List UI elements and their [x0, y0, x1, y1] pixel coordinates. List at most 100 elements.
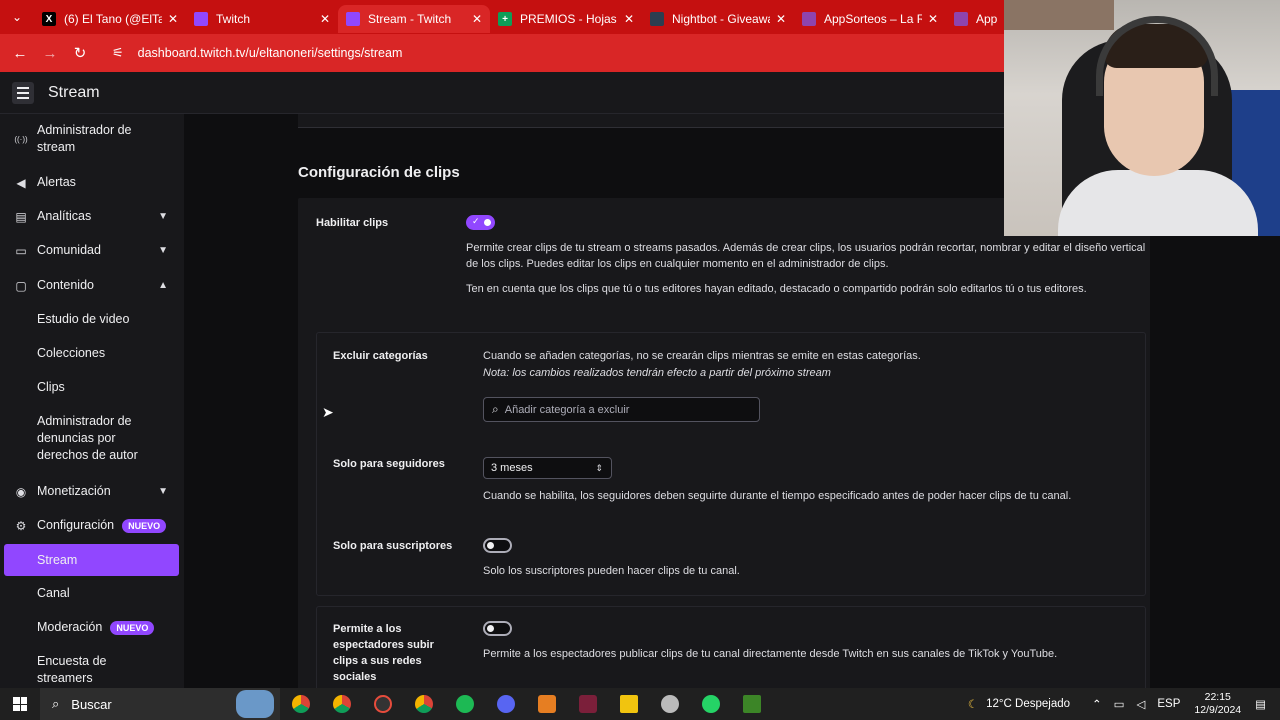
exclude-category-search-input[interactable]: ⌕ Añadir categoría a excluir: [483, 397, 760, 422]
browser-tab-appsorteos-2[interactable]: AppSor: [946, 5, 1006, 33]
enable-clips-note: Ten en cuenta que los clips que tú o tus…: [466, 283, 1087, 295]
tab-label: Stream - Twitch: [368, 12, 452, 26]
tab-close-icon[interactable]: ✕: [776, 12, 786, 26]
menu-icon[interactable]: [12, 81, 34, 104]
sidebar-item-moderation[interactable]: Moderación NUEVO: [0, 619, 184, 636]
taskbar-chrome-1[interactable]: [280, 688, 321, 720]
taskbar-chrome-3[interactable]: [403, 688, 444, 720]
money-icon: ◉: [15, 484, 27, 499]
taskbar-clock[interactable]: 22:15 12/9/2024: [1194, 691, 1241, 717]
sidebar-item-stream[interactable]: Stream: [4, 544, 179, 576]
url-text: dashboard.twitch.tv/u/eltanoneri/setting…: [137, 46, 403, 60]
clock-date: 12/9/2024: [1194, 704, 1242, 716]
taskbar-whatsapp[interactable]: [690, 688, 731, 720]
sidebar-item-content[interactable]: ▢ Contenido ▲: [0, 277, 184, 294]
sidebar-item-collections[interactable]: Colecciones: [0, 345, 184, 362]
search-icon: ⌕: [52, 696, 60, 711]
toggle-knob: [487, 542, 494, 549]
sidebar-item-monetization[interactable]: ◉ Monetización ▼: [0, 483, 184, 500]
notifications-icon[interactable]: ▤: [1255, 697, 1266, 711]
followers-duration-select[interactable]: 3 meses ⇕: [483, 457, 612, 479]
sidebar-item-stream-manager[interactable]: ((·)) Administrador de stream: [0, 122, 184, 156]
app-icon: [660, 695, 679, 713]
appsorteos-icon: [954, 12, 968, 26]
taskbar-chrome-2[interactable]: [321, 688, 362, 720]
tab-search-chevron-icon[interactable]: ⌄: [0, 0, 34, 34]
reload-icon[interactable]: ↻: [68, 41, 92, 65]
spotify-icon: [455, 695, 474, 713]
chrome-icon: [414, 695, 433, 713]
url-field[interactable]: ⚟ dashboard.twitch.tv/u/eltanoneri/setti…: [112, 45, 402, 61]
subscribers-only-toggle[interactable]: [483, 538, 512, 553]
sidebar-item-label: Contenido: [37, 278, 94, 292]
tab-label: (6) El Tano (@ElTanoI: [64, 12, 162, 26]
taskbar-spotify[interactable]: [444, 688, 485, 720]
tab-label: AppSorteos – La Rul: [824, 12, 922, 26]
tab-close-icon[interactable]: ✕: [168, 12, 178, 26]
nightbot-icon: [650, 12, 664, 26]
network-icon[interactable]: ▭: [1114, 697, 1125, 711]
tab-close-icon[interactable]: ✕: [928, 12, 938, 26]
start-button[interactable]: [0, 688, 40, 720]
content-icon: ▢: [15, 278, 27, 293]
site-settings-icon[interactable]: ⚟: [112, 45, 124, 61]
analytics-icon: ▤: [15, 209, 27, 224]
sidebar-item-label: Comunidad: [37, 243, 101, 257]
social-upload-desc: Permite a los espectadores publicar clip…: [483, 648, 1058, 660]
sidebar-item-label: Configuración: [37, 518, 115, 532]
tab-close-icon[interactable]: ✕: [320, 12, 330, 26]
taskbar-discord[interactable]: [485, 688, 526, 720]
app-header: Stream: [0, 72, 1004, 114]
social-upload-toggle[interactable]: [483, 621, 512, 636]
sidebar-item-channel[interactable]: Canal: [0, 585, 184, 602]
back-icon[interactable]: ←: [8, 41, 32, 65]
new-badge: NUEVO: [122, 518, 167, 533]
tab-close-icon[interactable]: ✕: [624, 12, 634, 26]
sidebar-item-community[interactable]: ▭ Comunidad ▼: [0, 242, 184, 259]
sidebar-item-video-studio[interactable]: Estudio de video: [0, 311, 184, 328]
volume-icon[interactable]: ◁: [1137, 697, 1146, 711]
community-icon: ▭: [15, 243, 27, 258]
webcam-headset: [1096, 16, 1218, 96]
language-indicator[interactable]: ESP: [1157, 698, 1180, 710]
tab-close-icon[interactable]: ✕: [472, 12, 482, 26]
exclude-categories-label: Excluir categorías: [333, 350, 428, 362]
sidebar-item-survey[interactable]: Encuesta de streamers: [0, 653, 184, 687]
webcam-overlay: [1004, 0, 1280, 236]
x-icon: X: [42, 12, 56, 26]
twitch-icon: [346, 12, 360, 26]
browser-tab-sheets[interactable]: + PREMIOS - Hojas de ✕: [490, 5, 642, 33]
taskbar-app-obs[interactable]: [649, 688, 690, 720]
gear-icon: ⚙: [15, 518, 27, 533]
taskbar-app-dark[interactable]: [362, 688, 403, 720]
taskbar-app-vegas[interactable]: [567, 688, 608, 720]
browser-tab-nightbot[interactable]: Nightbot - Giveaway ✕: [642, 5, 794, 33]
page-title: Stream: [48, 83, 100, 101]
app-icon: [578, 695, 597, 713]
webcam-background: [1004, 0, 1114, 30]
sidebar-item-settings[interactable]: ⚙ Configuración NUEVO: [0, 517, 184, 534]
weather-text[interactable]: 12°C Despejado: [986, 698, 1070, 710]
exclude-categories-note: Nota: los cambios realizados tendrán efe…: [483, 367, 831, 379]
sidebar-item-copyright[interactable]: Administrador de denuncias por derechos …: [0, 413, 184, 464]
taskbar-search-input[interactable]: ⌕ Buscar: [40, 688, 280, 720]
tray-chevron-up-icon[interactable]: ⌃: [1092, 697, 1102, 711]
select-value: 3 meses: [491, 462, 533, 474]
taskbar-file-explorer[interactable]: [608, 688, 649, 720]
browser-tab-appsorteos[interactable]: AppSorteos – La Rul ✕: [794, 5, 946, 33]
subscribers-only-desc: Solo los suscriptores pueden hacer clips…: [483, 565, 740, 577]
forward-icon[interactable]: →: [38, 41, 62, 65]
enable-clips-desc: Permite crear clips de tu stream o strea…: [466, 242, 1146, 270]
browser-tab-twitch[interactable]: Twitch ✕: [186, 5, 338, 33]
browser-tab-stream-twitch[interactable]: Stream - Twitch ✕: [338, 5, 490, 33]
taskbar-app-minecraft[interactable]: [731, 688, 772, 720]
sidebar-item-alerts[interactable]: ◀ Alertas: [0, 174, 184, 191]
taskbar-app-orange[interactable]: [526, 688, 567, 720]
tab-label: Nightbot - Giveaway: [672, 12, 770, 26]
enable-clips-toggle[interactable]: ✓: [466, 215, 495, 230]
sidebar-item-analytics[interactable]: ▤ Analíticas ▼: [0, 208, 184, 225]
new-badge: NUEVO: [110, 620, 155, 635]
enable-clips-label: Habilitar clips: [316, 217, 389, 229]
sidebar-item-clips[interactable]: Clips: [0, 379, 184, 396]
browser-tab-x[interactable]: X (6) El Tano (@ElTanoI ✕: [34, 5, 186, 33]
